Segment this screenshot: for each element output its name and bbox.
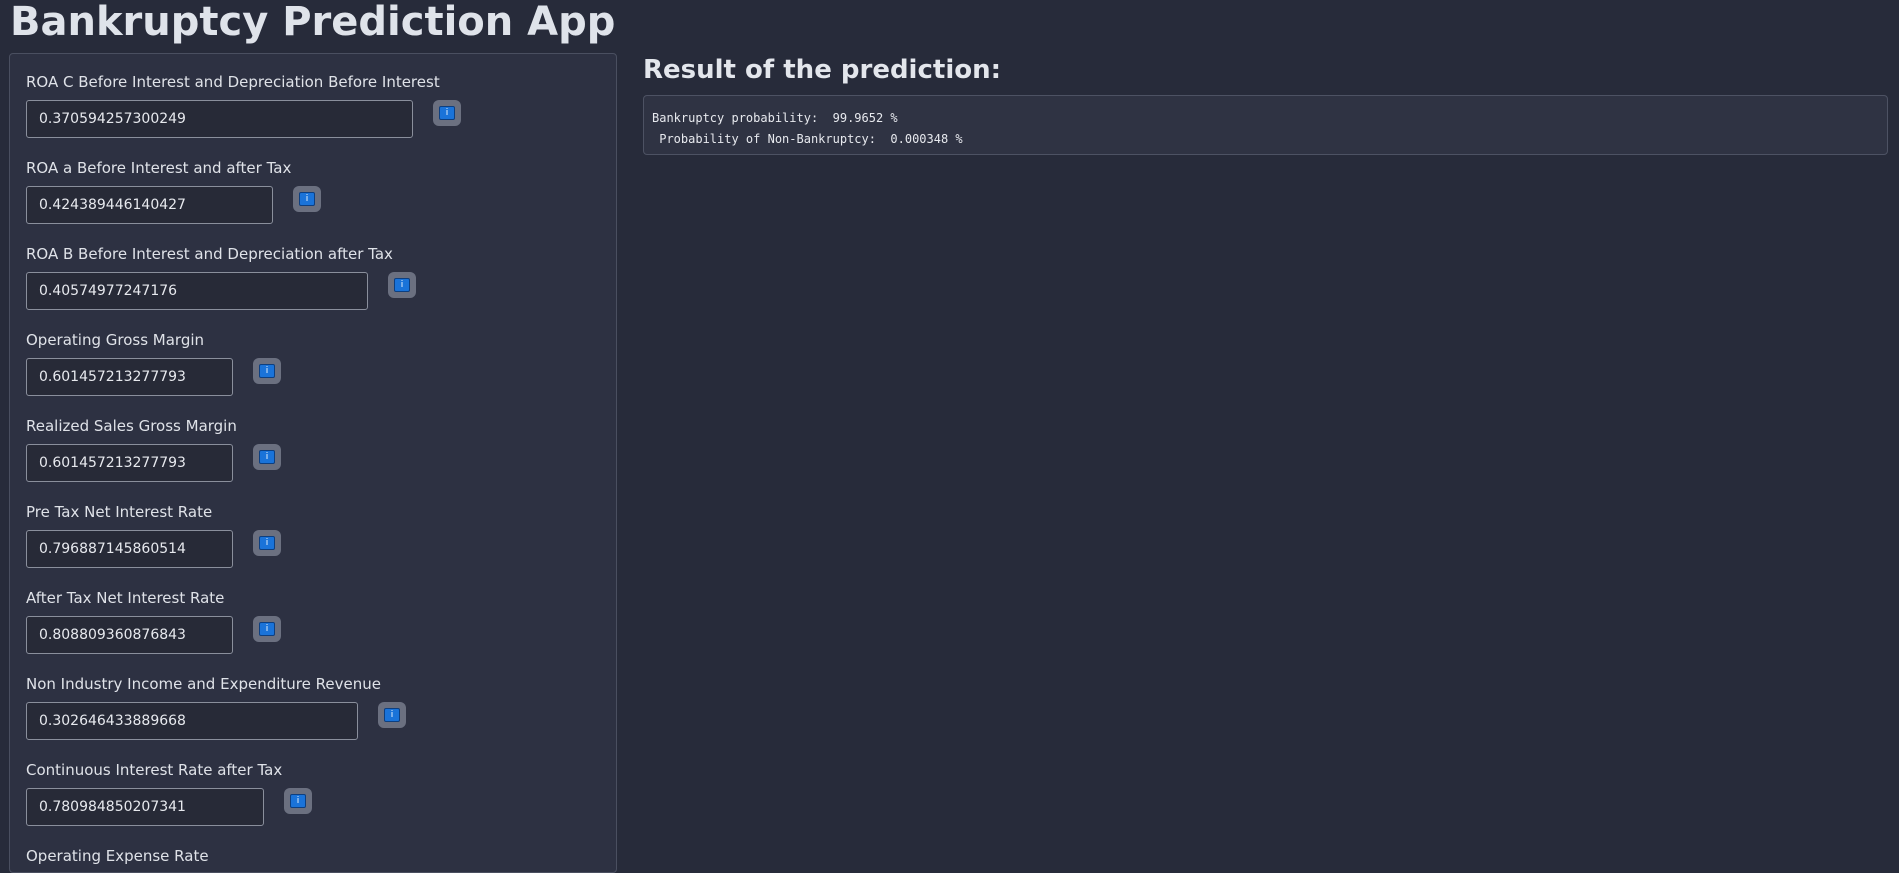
after-tax-net-interest-rate-input[interactable] bbox=[26, 616, 233, 654]
info-icon: i bbox=[259, 536, 275, 550]
info-button[interactable]: i bbox=[293, 186, 321, 212]
field-non-industry-income: Non Industry Income and Expenditure Reve… bbox=[26, 675, 406, 740]
info-button[interactable]: i bbox=[253, 358, 281, 384]
field-roa-b: ROA B Before Interest and Depreciation a… bbox=[26, 245, 416, 310]
field-label: After Tax Net Interest Rate bbox=[26, 589, 225, 607]
field-label: ROA a Before Interest and after Tax bbox=[26, 159, 292, 177]
info-icon: i bbox=[259, 622, 275, 636]
info-button[interactable]: i bbox=[388, 272, 416, 298]
page-title: Bankruptcy Prediction App bbox=[10, 0, 616, 45]
field-realized-sales-gross-margin: Realized Sales Gross Margin i bbox=[26, 417, 281, 482]
info-icon: i bbox=[259, 364, 275, 378]
field-pre-tax-net-interest-rate: Pre Tax Net Interest Rate i bbox=[26, 503, 281, 568]
operating-gross-margin-input[interactable] bbox=[26, 358, 233, 396]
field-label: Non Industry Income and Expenditure Reve… bbox=[26, 675, 381, 693]
info-icon: i bbox=[394, 278, 410, 292]
info-button[interactable]: i bbox=[253, 530, 281, 556]
field-after-tax-net-interest-rate: After Tax Net Interest Rate i bbox=[26, 589, 281, 654]
realized-sales-gross-margin-input[interactable] bbox=[26, 444, 233, 482]
info-button[interactable]: i bbox=[284, 788, 312, 814]
info-button[interactable]: i bbox=[253, 616, 281, 642]
roa-b-input[interactable] bbox=[26, 272, 368, 310]
field-label: Continuous Interest Rate after Tax bbox=[26, 761, 283, 779]
continuous-interest-rate-input[interactable] bbox=[26, 788, 264, 826]
info-button[interactable]: i bbox=[378, 702, 406, 728]
result-heading: Result of the prediction: bbox=[643, 55, 1001, 85]
info-button[interactable]: i bbox=[253, 444, 281, 470]
non-industry-income-input[interactable] bbox=[26, 702, 358, 740]
roa-c-input[interactable] bbox=[26, 100, 413, 138]
field-label: Operating Expense Rate bbox=[26, 847, 209, 865]
info-icon: i bbox=[439, 106, 455, 120]
prediction-output: Bankruptcy probability: 99.9652 % Probab… bbox=[643, 95, 1888, 155]
field-operating-expense-rate: Operating Expense Rate bbox=[26, 847, 209, 865]
field-label: Operating Gross Margin bbox=[26, 331, 205, 349]
info-icon: i bbox=[259, 450, 275, 464]
info-icon: i bbox=[290, 794, 306, 808]
roa-a-input[interactable] bbox=[26, 186, 273, 224]
info-icon: i bbox=[299, 192, 315, 206]
field-roa-c: ROA C Before Interest and Depreciation B… bbox=[26, 73, 461, 138]
field-continuous-interest-rate: Continuous Interest Rate after Tax i bbox=[26, 761, 312, 826]
field-label: ROA C Before Interest and Depreciation B… bbox=[26, 73, 440, 91]
field-roa-a: ROA a Before Interest and after Tax i bbox=[26, 159, 321, 224]
field-operating-gross-margin: Operating Gross Margin i bbox=[26, 331, 281, 396]
pre-tax-net-interest-rate-input[interactable] bbox=[26, 530, 233, 568]
field-label: Realized Sales Gross Margin bbox=[26, 417, 237, 435]
info-button[interactable]: i bbox=[433, 100, 461, 126]
field-label: ROA B Before Interest and Depreciation a… bbox=[26, 245, 393, 263]
field-label: Pre Tax Net Interest Rate bbox=[26, 503, 213, 521]
input-sidebar: ROA C Before Interest and Depreciation B… bbox=[9, 53, 617, 873]
info-icon: i bbox=[384, 708, 400, 722]
